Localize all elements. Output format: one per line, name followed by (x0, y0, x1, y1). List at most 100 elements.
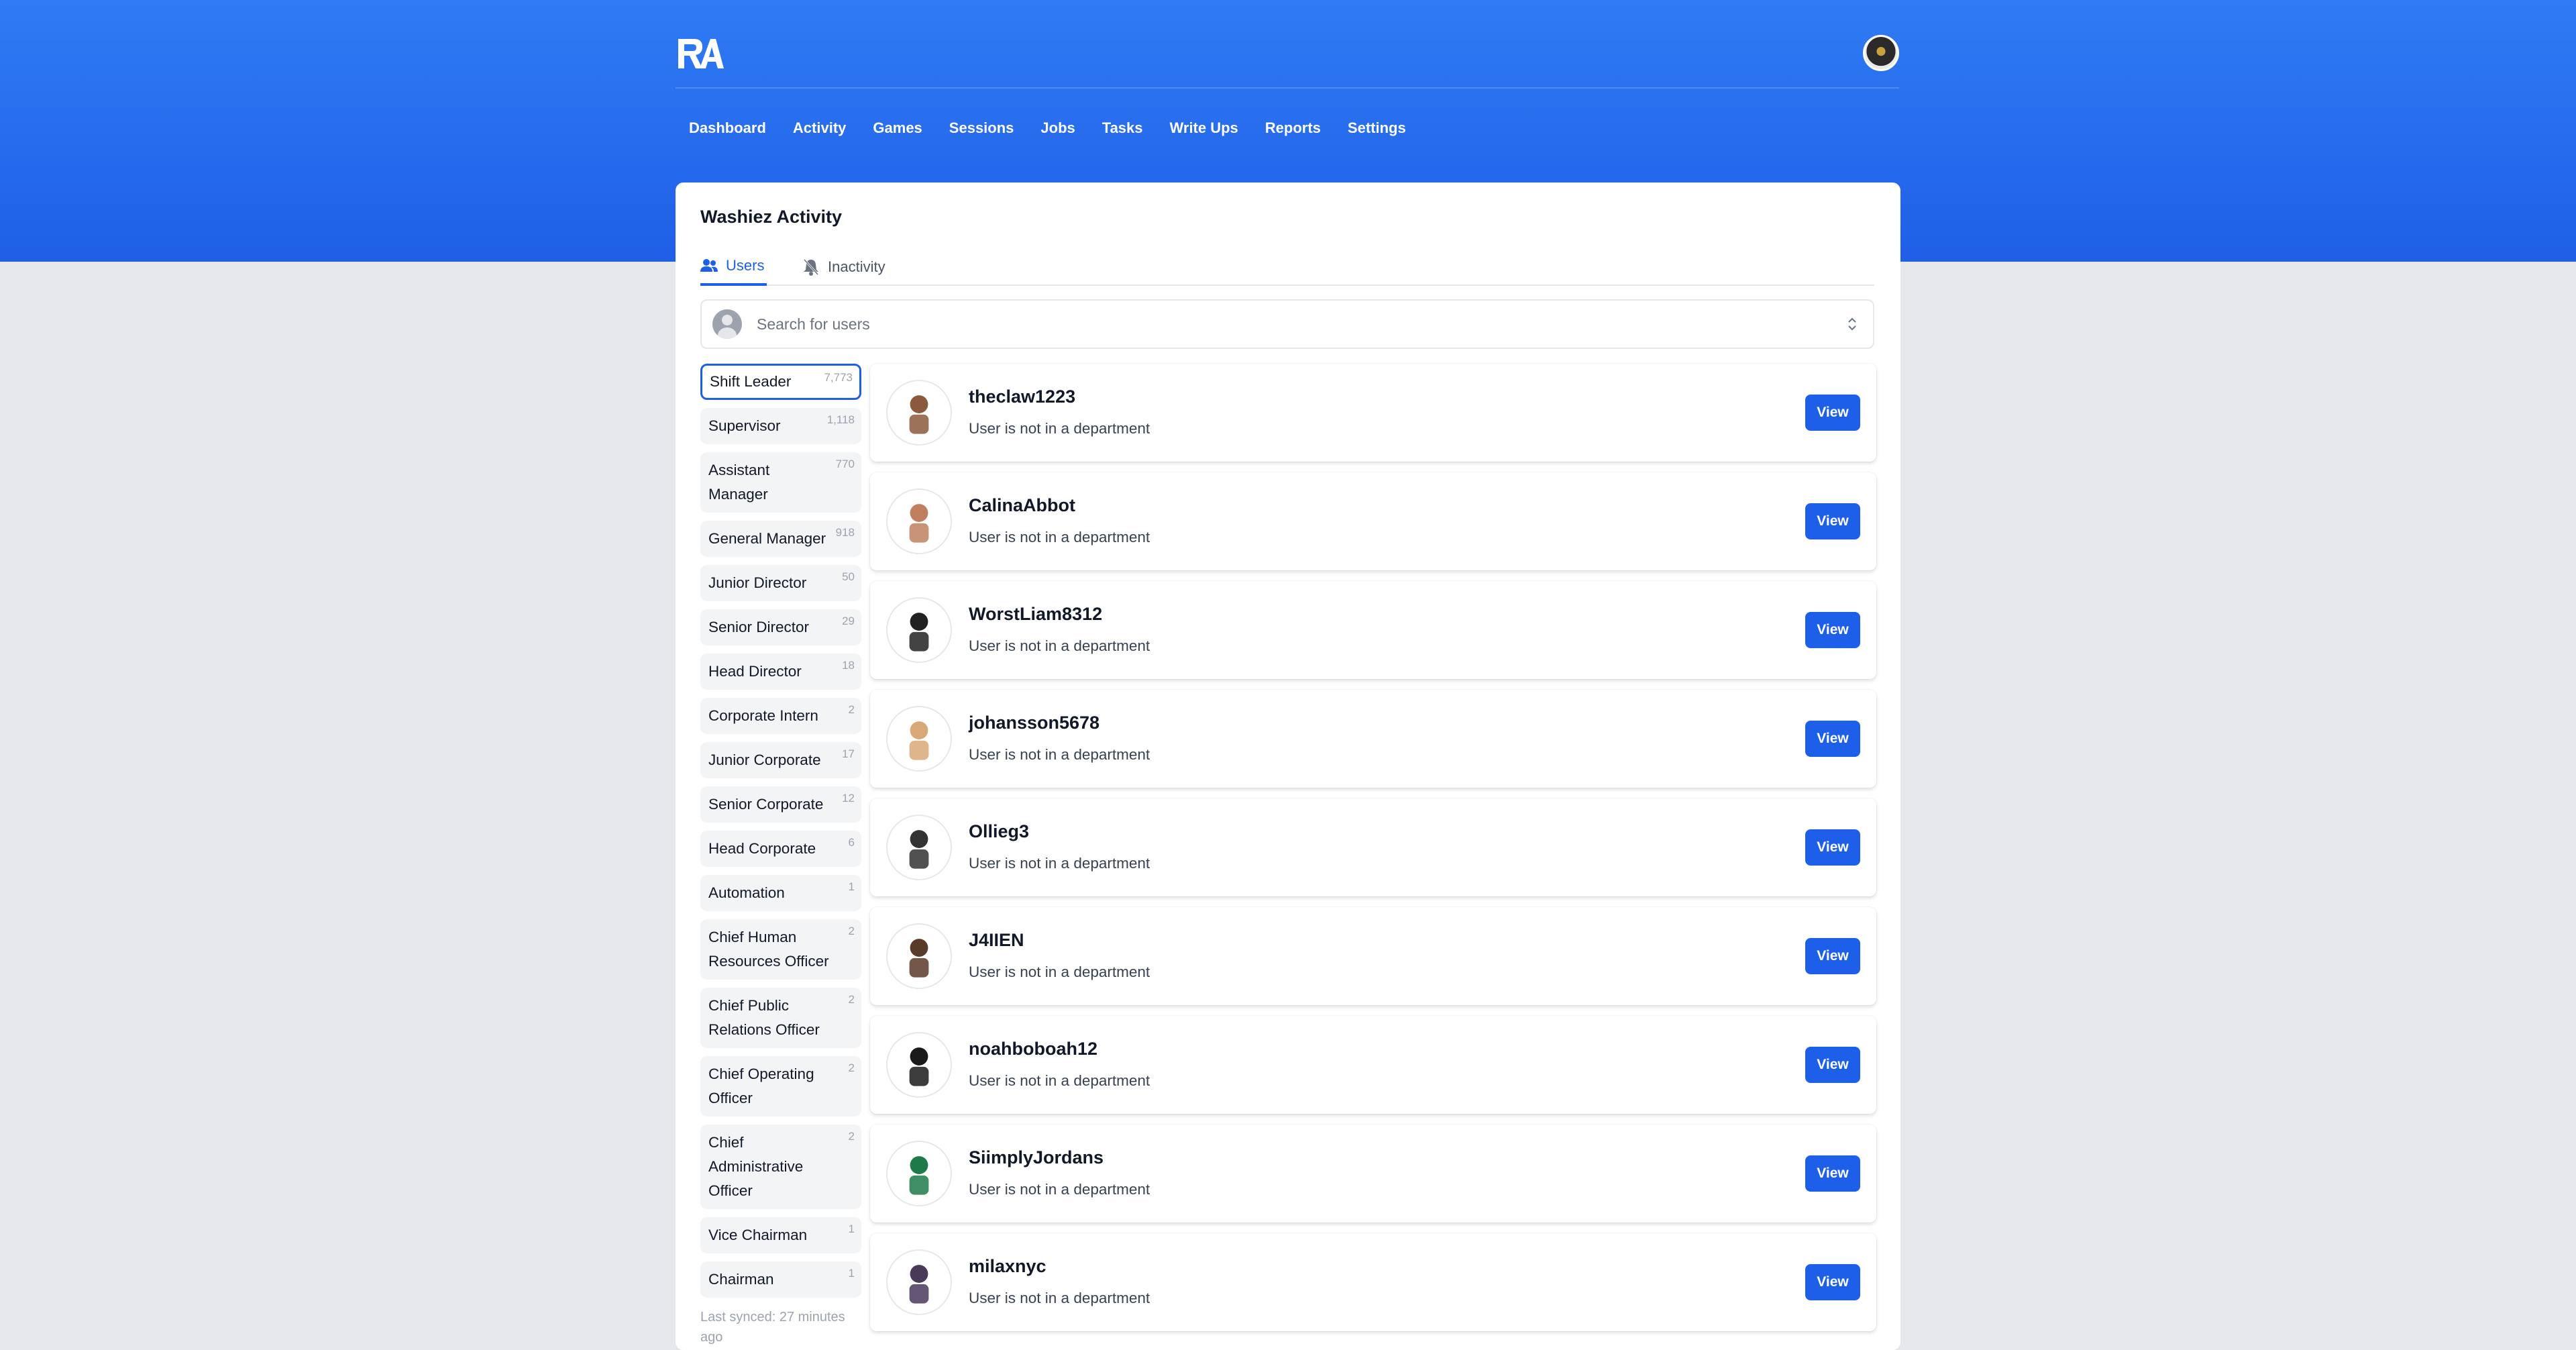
view-user-button[interactable]: View (1805, 938, 1860, 974)
user-avatar (886, 1249, 952, 1315)
role-label: Shift Leader (710, 373, 792, 390)
role-count: 770 (835, 458, 855, 470)
role-count: 2 (848, 703, 855, 716)
nav-item-dashboard[interactable]: Dashboard (676, 113, 780, 144)
role-label: Head Corporate (708, 840, 816, 857)
role-filter-junior-director[interactable]: Junior Director 50 (700, 565, 861, 601)
user-name: theclaw1223 (969, 386, 1076, 407)
role-filter-assistant-manager[interactable]: Assistant Manager 770 (700, 452, 861, 513)
app-logo[interactable] (676, 35, 724, 71)
user-avatar (886, 380, 952, 446)
user-card: Ollieg3 User is not in a department View (870, 798, 1876, 896)
user-department: User is not in a department (969, 964, 1150, 980)
view-user-button[interactable]: View (1805, 503, 1860, 539)
user-avatar (886, 597, 952, 663)
view-user-button[interactable]: View (1805, 829, 1860, 866)
role-label: Head Director (708, 663, 802, 680)
user-name: johansson5678 (969, 713, 1100, 733)
role-filter-chief-operating-officer[interactable]: Chief Operating Officer 2 (700, 1056, 861, 1117)
role-label: Assistant Manager (708, 462, 770, 503)
role-filter-vice-chairman[interactable]: Vice Chairman 1 (700, 1217, 861, 1253)
nav-item-reports[interactable]: Reports (1252, 113, 1334, 144)
role-filter-junior-corporate[interactable]: Junior Corporate 17 (700, 742, 861, 778)
role-count: 2 (848, 925, 855, 937)
user-list: theclaw1223 User is not in a department Vi… (870, 364, 1876, 1342)
user-card: J4IIEN User is not in a department View (870, 907, 1876, 1005)
role-filter-general-manager[interactable]: General Manager 918 (700, 521, 861, 557)
role-filter-chief-administrative-officer[interactable]: Chief Administrative Officer 2 (700, 1125, 861, 1209)
user-avatar (886, 923, 952, 989)
nav-item-sessions[interactable]: Sessions (936, 113, 1028, 144)
view-user-button[interactable]: View (1805, 395, 1860, 431)
user-department: User is not in a department (969, 1181, 1150, 1198)
view-user-button[interactable]: View (1805, 1155, 1860, 1192)
tab-inactivity-label: Inactivity (828, 258, 885, 275)
user-card: CalinaAbbot User is not in a department Vi… (870, 472, 1876, 570)
user-name: CalinaAbbot (969, 495, 1075, 515)
chevron-up-down-icon[interactable] (1842, 314, 1862, 334)
role-count: 18 (842, 659, 855, 672)
view-user-button[interactable]: View (1805, 1264, 1860, 1300)
role-filter-senior-corporate[interactable]: Senior Corporate 12 (700, 786, 861, 823)
role-label: Vice Chairman (708, 1227, 808, 1243)
view-user-button[interactable]: View (1805, 721, 1860, 757)
role-filter-corporate-intern[interactable]: Corporate Intern 2 (700, 698, 861, 734)
role-filter-supervisor[interactable]: Supervisor 1,118 (700, 408, 861, 444)
role-filter-head-director[interactable]: Head Director 18 (700, 654, 861, 690)
role-label: Junior Corporate (708, 751, 821, 768)
nav-item-settings[interactable]: Settings (1334, 113, 1419, 144)
role-label: Senior Director (708, 619, 810, 635)
role-filter-chairman[interactable]: Chairman 1 (700, 1261, 861, 1298)
role-filter-automation[interactable]: Automation 1 (700, 875, 861, 911)
user-department: User is not in a department (969, 1290, 1150, 1306)
user-search[interactable] (700, 299, 1874, 349)
role-count: 2 (848, 1061, 855, 1074)
search-input[interactable] (755, 314, 1842, 334)
role-filter-shift-leader[interactable]: Shift Leader 7,773 (700, 364, 861, 400)
user-card: noahboboah12 User is not in a department V… (870, 1016, 1876, 1114)
role-count: 2 (848, 993, 855, 1006)
role-label: Junior Director (708, 574, 807, 591)
role-label: Senior Corporate (708, 796, 824, 813)
nav-item-games[interactable]: Games (859, 113, 935, 144)
user-department: User is not in a department (969, 1072, 1150, 1089)
role-list: Shift Leader 7,773 Supervisor 1,118 Assistan… (700, 364, 861, 1347)
tab-users[interactable]: Users (700, 248, 767, 286)
role-label: Chief Operating Officer (708, 1066, 814, 1106)
tab-users-label: Users (726, 257, 765, 274)
user-name: milaxnyc (969, 1256, 1046, 1276)
profile-avatar[interactable] (1863, 35, 1899, 71)
view-user-button[interactable]: View (1805, 1047, 1860, 1083)
role-label: Automation (708, 884, 785, 901)
role-label: Corporate Intern (708, 707, 818, 724)
nav-item-jobs[interactable]: Jobs (1027, 113, 1088, 144)
user-card: theclaw1223 User is not in a department Vi… (870, 364, 1876, 462)
user-department: User is not in a department (969, 855, 1150, 872)
nav-item-write-ups[interactable]: Write Ups (1157, 113, 1252, 144)
nav-item-tasks[interactable]: Tasks (1089, 113, 1157, 144)
role-label: Chairman (708, 1271, 774, 1288)
user-name: SiimplyJordans (969, 1147, 1104, 1167)
role-filter-senior-director[interactable]: Senior Director 29 (700, 609, 861, 645)
role-filter-chief-public-relations-officer[interactable]: Chief Public Relations Officer 2 (700, 988, 861, 1048)
user-name: Ollieg3 (969, 821, 1030, 841)
tab-inactivity[interactable]: Inactivity (802, 248, 885, 286)
role-count: 6 (848, 836, 855, 849)
user-avatar (886, 1141, 952, 1206)
role-filter-head-corporate[interactable]: Head Corporate 6 (700, 831, 861, 867)
nav-item-activity[interactable]: Activity (780, 113, 859, 144)
user-name: WorstLiam8312 (969, 604, 1103, 624)
role-label: Chief Public Relations Officer (708, 997, 820, 1038)
role-count: 1 (848, 880, 855, 893)
role-count: 29 (842, 615, 855, 627)
view-user-button[interactable]: View (1805, 612, 1860, 648)
user-department: User is not in a department (969, 746, 1150, 763)
role-filter-chief-human-resources-officer[interactable]: Chief Human Resources Officer 2 (700, 919, 861, 980)
user-card: johansson5678 User is not in a department… (870, 690, 1876, 788)
top-bar (676, 32, 1899, 89)
last-synced-text: Last synced: 27 minutes ago (700, 1310, 845, 1345)
role-label: Supervisor (708, 417, 781, 434)
user-card: SiimplyJordans User is not in a departmen… (870, 1125, 1876, 1223)
role-label: Chief Administrative Officer (708, 1134, 804, 1199)
role-count: 1 (848, 1267, 855, 1280)
